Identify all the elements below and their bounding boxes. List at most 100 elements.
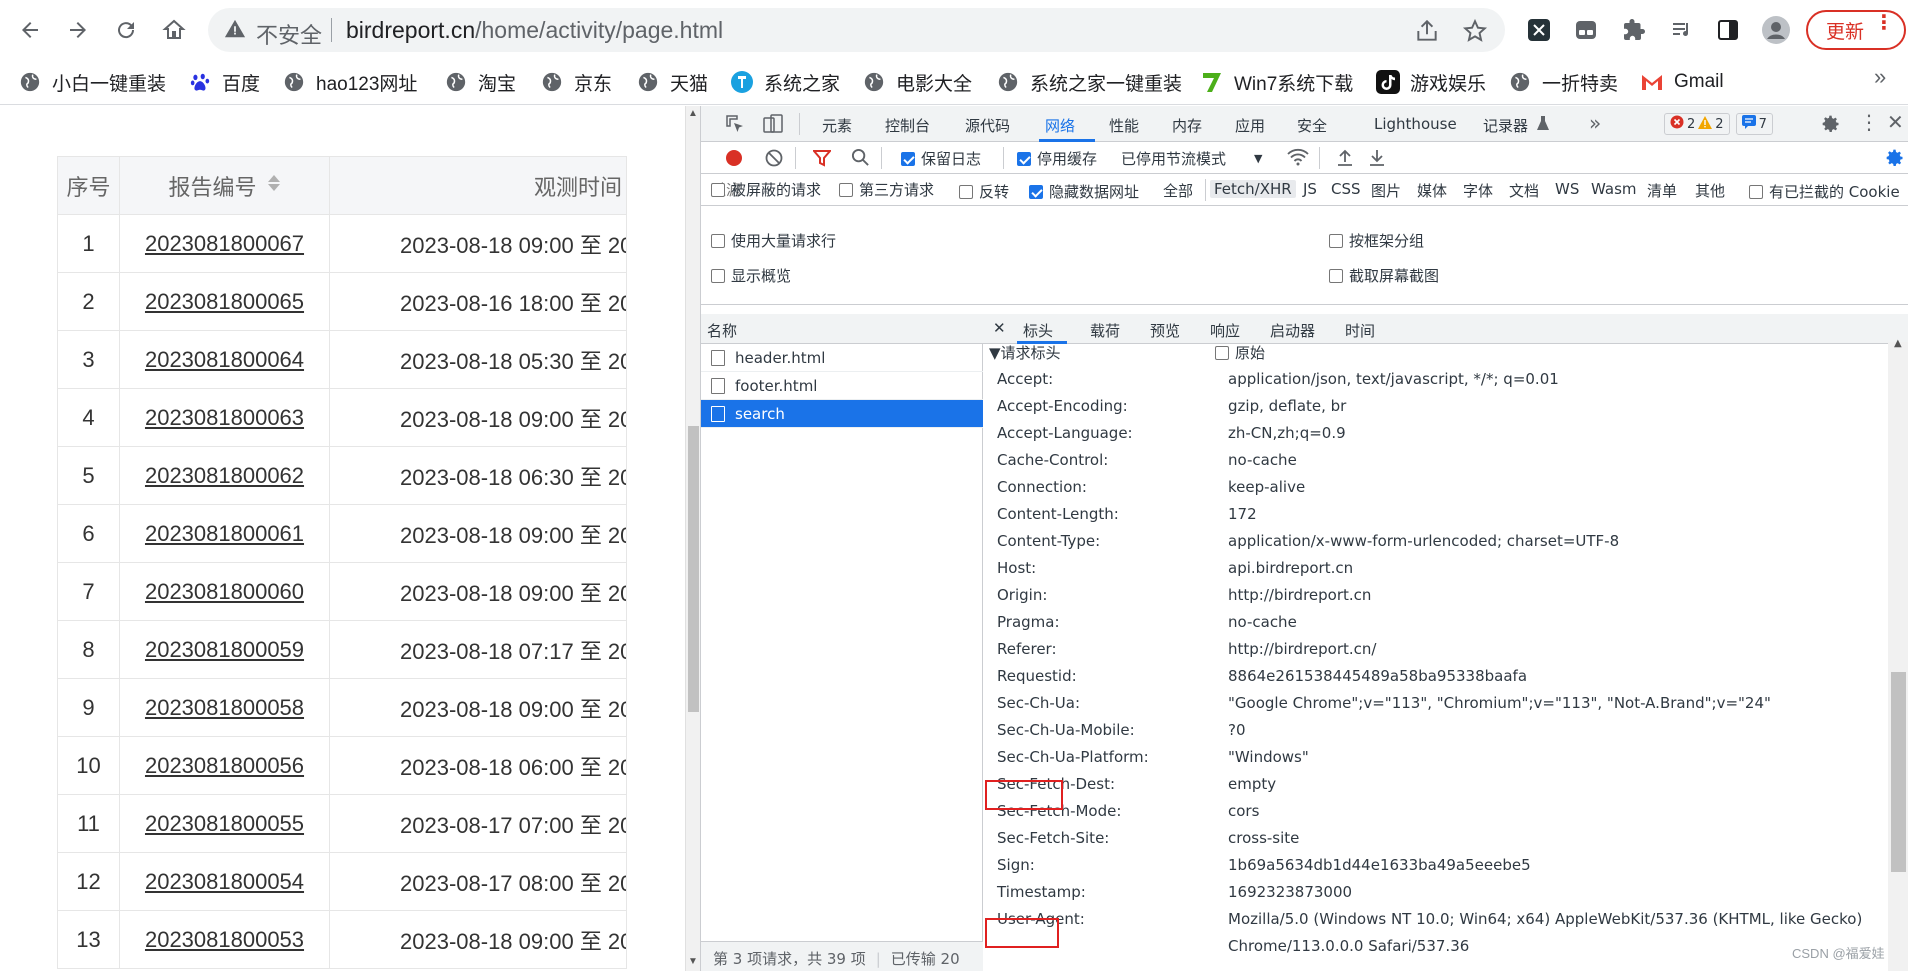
report-number-link[interactable]: 2023081800062: [145, 463, 304, 489]
security-label[interactable]: 不安全: [256, 18, 322, 50]
home-icon[interactable]: [156, 12, 192, 48]
header-value[interactable]: keep-alive: [1228, 478, 1305, 496]
import-har-upload-icon[interactable]: [1337, 148, 1353, 171]
close-devtools-icon[interactable]: ✕: [1887, 110, 1904, 134]
header-value[interactable]: no-cache: [1228, 451, 1297, 469]
name-column-header[interactable]: 名称: [701, 314, 983, 344]
inspect-element-icon[interactable]: [725, 114, 745, 139]
checkbox-unchecked[interactable]: [1215, 345, 1229, 360]
tab-headers[interactable]: 标头: [1023, 320, 1053, 341]
tab-performance[interactable]: 性能: [1109, 115, 1139, 136]
header-value[interactable]: 1b69a5634db1d44e1633ba49a5eeebe5: [1228, 856, 1531, 874]
record-icon[interactable]: [725, 149, 743, 172]
search-icon[interactable]: [851, 148, 870, 172]
bookmark-item[interactable]: 系统之家: [730, 68, 840, 96]
request-row-footer-html[interactable]: footer.html: [701, 372, 983, 400]
header-value[interactable]: application/json, text/javascript, */*; …: [1228, 370, 1559, 388]
header-value[interactable]: "Windows": [1228, 748, 1309, 766]
scroll-down-arrow-icon[interactable]: ▼: [688, 956, 698, 967]
bookmark-item[interactable]: 电影大全: [862, 68, 972, 96]
tab-sources[interactable]: 源代码: [965, 115, 1010, 136]
big-request-rows-checkbox[interactable]: 使用大量请求行: [711, 230, 836, 251]
type-filter-fetch-xhr[interactable]: Fetch/XHR: [1210, 180, 1296, 198]
capture-screenshots-checkbox[interactable]: 截取屏幕截图: [1329, 265, 1439, 286]
forward-arrow-icon[interactable]: [60, 12, 96, 48]
media-control-icon[interactable]: [1668, 16, 1696, 44]
header-value[interactable]: 1692323873000: [1228, 883, 1352, 901]
issue-badges[interactable]: 2 2 7: [1664, 113, 1779, 135]
type-filter-img[interactable]: 图片: [1371, 180, 1401, 201]
header-value[interactable]: 172: [1228, 505, 1257, 523]
blocked-cookies-checkbox[interactable]: 有已拦截的 Cookie: [1749, 181, 1900, 202]
type-filter-media[interactable]: 媒体: [1417, 180, 1447, 201]
address-bar[interactable]: 不安全 birdreport.cn/home/activity/page.htm…: [208, 8, 1505, 52]
share-icon[interactable]: [1414, 18, 1440, 44]
bookmark-item[interactable]: 天猫: [636, 68, 708, 96]
settings-gear-icon[interactable]: [1821, 114, 1841, 139]
bookmark-item[interactable]: 游戏娱乐: [1376, 68, 1486, 96]
checkbox-checked[interactable]: [901, 151, 915, 166]
details-scrollbar[interactable]: ▲: [1888, 338, 1908, 971]
report-number-link[interactable]: 2023081800061: [145, 521, 304, 547]
report-number-link[interactable]: 2023081800054: [145, 869, 304, 895]
tab-application[interactable]: 应用: [1235, 115, 1265, 136]
bookmark-item[interactable]: Gmail: [1640, 68, 1724, 96]
x-extension-icon[interactable]: [1525, 16, 1553, 44]
kebab-menu-icon[interactable]: ⋮: [1874, 13, 1894, 33]
type-filter-font[interactable]: 字体: [1463, 180, 1493, 201]
reload-icon[interactable]: [108, 12, 144, 48]
header-value[interactable]: Chrome/113.0.0.0 Safari/537.36: [1228, 937, 1469, 955]
scroll-up-arrow-icon[interactable]: ▲: [688, 108, 698, 119]
report-number-link[interactable]: 2023081800067: [145, 231, 304, 257]
checkbox-unchecked[interactable]: [711, 233, 725, 248]
header-value[interactable]: api.birdreport.cn: [1228, 559, 1353, 577]
type-filter-wasm[interactable]: Wasm: [1591, 180, 1637, 198]
url-text[interactable]: birdreport.cn/home/activity/page.html: [346, 17, 723, 44]
type-filter-js[interactable]: JS: [1303, 180, 1317, 198]
header-value[interactable]: http://birdreport.cn: [1228, 586, 1371, 604]
sort-icon[interactable]: [267, 173, 281, 199]
header-value[interactable]: http://birdreport.cn/: [1228, 640, 1376, 658]
tab-timing[interactable]: 时间: [1345, 320, 1375, 341]
report-number-link[interactable]: 2023081800053: [145, 927, 304, 953]
invert-checkbox[interactable]: 反转: [959, 181, 1009, 202]
tab-lighthouse[interactable]: Lighthouse: [1374, 115, 1457, 133]
header-value[interactable]: empty: [1228, 775, 1276, 793]
header-value[interactable]: gzip, deflate, br: [1228, 397, 1346, 415]
raw-headers-checkbox[interactable]: 原始: [1215, 342, 1265, 363]
checkbox-unchecked[interactable]: [711, 182, 725, 197]
type-filter-all[interactable]: 全部: [1163, 180, 1193, 201]
report-number-link[interactable]: 2023081800059: [145, 637, 304, 663]
checkbox-unchecked[interactable]: [959, 184, 973, 199]
profile-avatar-icon[interactable]: [1762, 16, 1790, 44]
network-settings-gear-icon[interactable]: [1885, 148, 1905, 173]
bookmark-star-icon[interactable]: [1462, 18, 1488, 44]
throttling-select[interactable]: 已停用节流模式 ▼: [1121, 148, 1262, 169]
close-details-icon[interactable]: ✕: [993, 319, 1006, 337]
request-row-search[interactable]: search: [701, 400, 983, 428]
report-number-link[interactable]: 2023081800064: [145, 347, 304, 373]
report-number-link[interactable]: 2023081800058: [145, 695, 304, 721]
bookmark-item[interactable]: 淘宝: [444, 68, 516, 96]
devtools-menu-kebab-icon[interactable]: ⋮: [1859, 110, 1879, 134]
update-button[interactable]: 更新 ⋮: [1806, 10, 1906, 50]
tab-console[interactable]: 控制台: [885, 115, 930, 136]
side-panel-icon[interactable]: [1714, 16, 1742, 44]
tab-network[interactable]: 网络: [1045, 115, 1075, 136]
extensions-puzzle-icon[interactable]: [1620, 16, 1648, 44]
warning-triangle-icon[interactable]: [224, 18, 246, 45]
disable-cache-checkbox[interactable]: 停用缓存: [1017, 148, 1097, 169]
header-value[interactable]: Mozilla/5.0 (Windows NT 10.0; Win64; x64…: [1228, 910, 1862, 928]
header-value[interactable]: application/x-www-form-urlencoded; chars…: [1228, 532, 1619, 550]
report-number-link[interactable]: 2023081800065: [145, 289, 304, 315]
network-conditions-wifi-icon[interactable]: [1287, 148, 1309, 171]
checkbox-checked[interactable]: [1017, 151, 1031, 166]
messages-badge[interactable]: 7: [1735, 113, 1773, 135]
error-warning-badge[interactable]: 2 2: [1664, 113, 1730, 135]
filter-funnel-icon[interactable]: [811, 149, 833, 172]
type-filter-manifest[interactable]: 清单: [1647, 180, 1677, 201]
bookmark-item[interactable]: 小白一键重装: [18, 68, 166, 96]
bookmark-item[interactable]: Win7系统下载: [1200, 68, 1353, 96]
tab-memory[interactable]: 内存: [1172, 115, 1202, 136]
hide-data-urls-checkbox[interactable]: 隐藏数据网址: [1029, 181, 1139, 202]
